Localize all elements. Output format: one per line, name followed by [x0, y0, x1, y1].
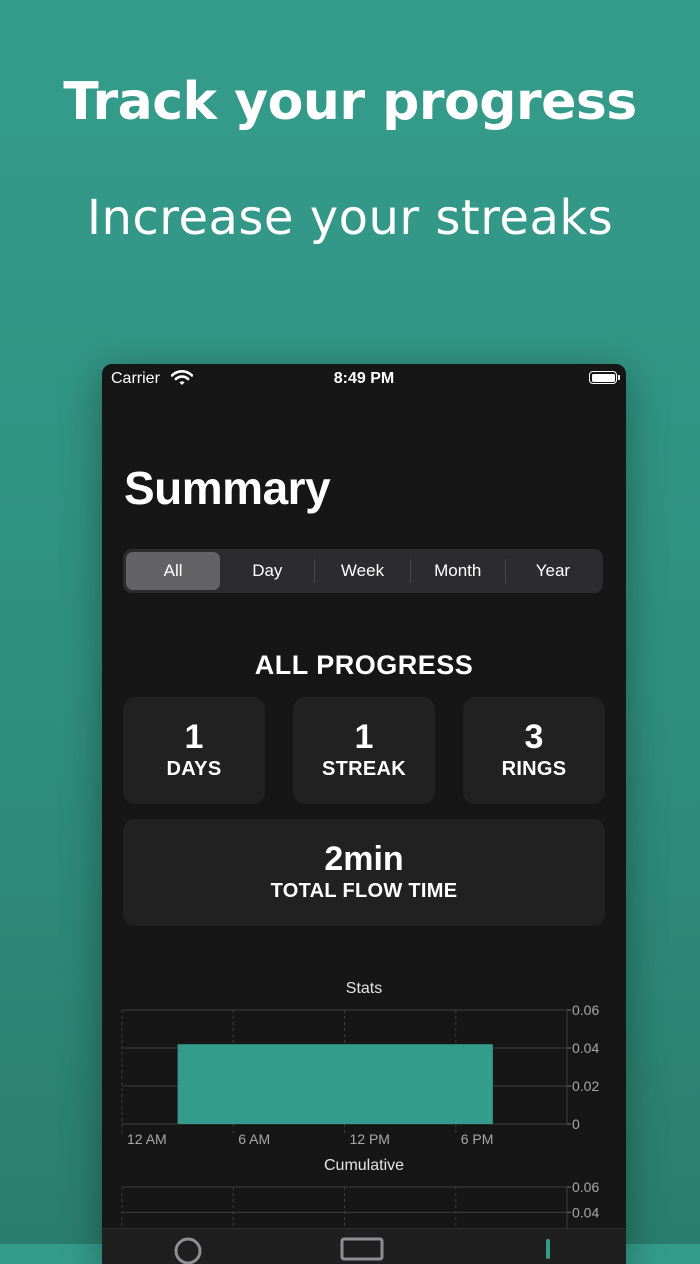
progress-section-title: ALL PROGRESS	[254, 650, 474, 680]
segment-label: All	[163, 561, 183, 580]
y-tick-label: 0.06	[572, 1179, 599, 1195]
segment-week[interactable]: Week	[315, 552, 409, 590]
y-tick-label: 0.06	[572, 1002, 599, 1018]
period-segmented-control: All Day Week Month Year	[123, 549, 603, 593]
y-tick-label: 0.02	[572, 1078, 599, 1094]
x-tick-label: 6 AM	[238, 1131, 270, 1147]
data-bar	[177, 1044, 493, 1124]
status-time: 8:49 PM	[333, 370, 395, 387]
x-tick-label: 12 AM	[127, 1131, 167, 1147]
flow-time-card: 2min TOTAL FLOW TIME	[123, 819, 605, 926]
streak-card: 1 STREAK	[293, 697, 435, 804]
tab-stats-icon	[546, 1239, 550, 1259]
battery-icon	[589, 371, 620, 384]
y-tick-label: 0.04	[572, 1040, 599, 1056]
days-card: 1 DAYS	[123, 697, 265, 804]
flow-time-value: 2min	[324, 840, 404, 878]
segment-label: Month	[434, 561, 482, 580]
tab-history-icon	[340, 1237, 384, 1261]
screen-title: Summary	[124, 462, 331, 514]
segment-month[interactable]: Month	[411, 552, 505, 590]
stats-chart: 0.06 0.04 0.02 0 12 AM 6 AM 12 PM 6 PM	[121, 1002, 599, 1147]
stats-chart-title: Stats	[345, 980, 383, 997]
streak-label: STREAK	[321, 758, 407, 780]
days-value: 1	[184, 718, 204, 756]
days-label: DAYS	[166, 758, 222, 780]
cumulative-chart-title: Cumulative	[323, 1157, 405, 1174]
promo-headline: Track your progress	[63, 72, 637, 132]
segment-day[interactable]: Day	[220, 552, 314, 590]
rings-label: RINGS	[501, 758, 567, 780]
streak-value: 1	[354, 718, 374, 756]
flow-time-label: TOTAL FLOW TIME	[270, 880, 458, 902]
rings-card: 3 RINGS	[463, 697, 605, 804]
segment-label: Day	[252, 561, 283, 580]
tab-bar	[102, 1228, 626, 1264]
promo-subheadline: Increase your streaks	[86, 190, 614, 246]
y-tick-label: 0	[572, 1116, 580, 1132]
tab-summary-icon	[174, 1237, 202, 1264]
rings-value: 3	[524, 718, 544, 756]
segment-label: Year	[535, 561, 571, 580]
segment-label: Week	[340, 561, 385, 580]
segment-year[interactable]: Year	[506, 552, 600, 590]
segment-all[interactable]: All	[126, 552, 221, 590]
status-bar: Carrier 8:49 PM	[102, 364, 626, 394]
x-tick-label: 6 PM	[461, 1131, 494, 1147]
y-tick-label: 0.04	[572, 1204, 599, 1220]
x-tick-label: 12 PM	[350, 1131, 390, 1147]
phone-screen: Carrier 8:49 PM Summary All Day Week Mon…	[102, 364, 626, 1264]
